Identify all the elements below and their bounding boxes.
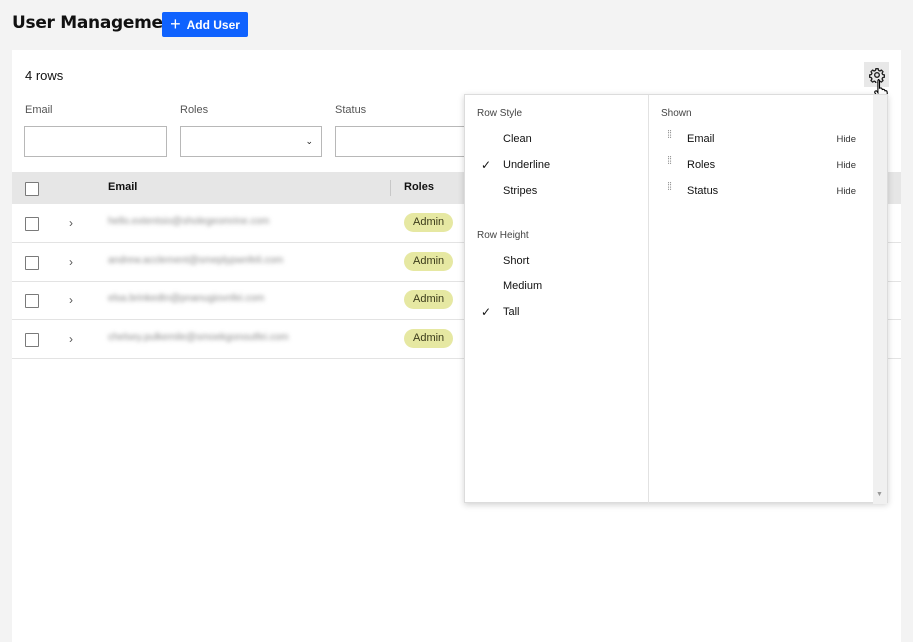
row-height-heading: Row Height [477,230,529,241]
add-user-button[interactable]: + Add User [162,12,248,37]
chevron-right-icon[interactable]: › [69,293,73,307]
shown-column-roles[interactable]: ⁞⁞ Roles Hide [662,156,862,176]
row-style-heading: Row Style [477,108,523,119]
column-divider [390,180,391,196]
roles-filter-label: Roles [180,104,209,116]
user-email: andrew.acclement@smeplypwnfeli.com [108,255,284,266]
chevron-right-icon[interactable]: › [69,332,73,346]
row-style-option-clean[interactable]: Clean [503,133,532,145]
shown-column-status[interactable]: ⁞⁞ Status Hide [662,182,862,202]
add-user-label: Add User [186,17,240,32]
drag-handle-icon[interactable]: ⁞⁞ [667,130,672,141]
shown-column-name: Roles [687,159,716,171]
check-icon: ✓ [481,305,492,319]
row-checkbox[interactable] [25,217,39,231]
chevron-right-icon[interactable]: › [69,255,73,269]
row-height-option-short[interactable]: Short [503,255,529,267]
shown-column-email[interactable]: ⁞⁞ Email Hide [662,130,862,150]
table-settings-panel: Row Style Clean ✓ Underline Stripes Row … [464,94,888,504]
shown-column-name: Status [687,185,719,197]
status-filter-select[interactable] [335,126,465,157]
drag-handle-icon[interactable]: ⁞⁞ [667,156,672,167]
row-style-option-underline[interactable]: Underline [503,159,550,171]
email-filter-label: Email [25,104,53,116]
hide-status-button[interactable]: Hide [836,186,856,197]
select-all-checkbox[interactable] [25,182,39,196]
shown-columns-heading: Shown [661,108,692,119]
row-height-option-medium[interactable]: Medium [503,280,542,292]
panel-divider [648,95,649,504]
roles-filter-select[interactable]: ⌄ [180,126,322,157]
row-checkbox[interactable] [25,333,39,347]
hide-email-button[interactable]: Hide [836,134,856,145]
check-icon: ✓ [481,158,492,172]
row-style-option-stripes[interactable]: Stripes [503,185,537,197]
role-badge: Admin [404,329,454,348]
column-header-roles[interactable]: Roles [404,181,434,193]
user-email: elsa.brinkedtn@pnanugiovnfei.com [108,293,265,304]
user-email: chelsey.pulkemile@smoekgonoutfei.com [108,332,289,343]
chevron-right-icon[interactable]: › [69,216,73,230]
row-count: 4 rows [25,68,64,83]
shown-column-name: Email [687,133,715,145]
drag-handle-icon[interactable]: ⁞⁞ [667,182,672,193]
user-email: hello.extentsio@sholegeomrine.com [108,216,270,227]
role-badge: Admin [404,290,454,309]
plus-icon: + [170,13,181,34]
row-checkbox[interactable] [25,294,39,308]
chevron-down-icon: ⌄ [305,136,313,146]
row-height-option-tall[interactable]: Tall [503,306,520,318]
status-filter-label: Status [335,104,367,116]
hide-roles-button[interactable]: Hide [836,160,856,171]
row-checkbox[interactable] [25,256,39,270]
column-header-email[interactable]: Email [108,181,137,193]
role-badge: Admin [404,213,454,232]
panel-scrollbar[interactable]: ▼ [873,95,887,504]
page-title: User Management [12,13,183,33]
role-badge: Admin [404,252,454,271]
scroll-down-arrow-icon[interactable]: ▼ [876,491,883,498]
email-filter-input[interactable] [24,126,167,157]
